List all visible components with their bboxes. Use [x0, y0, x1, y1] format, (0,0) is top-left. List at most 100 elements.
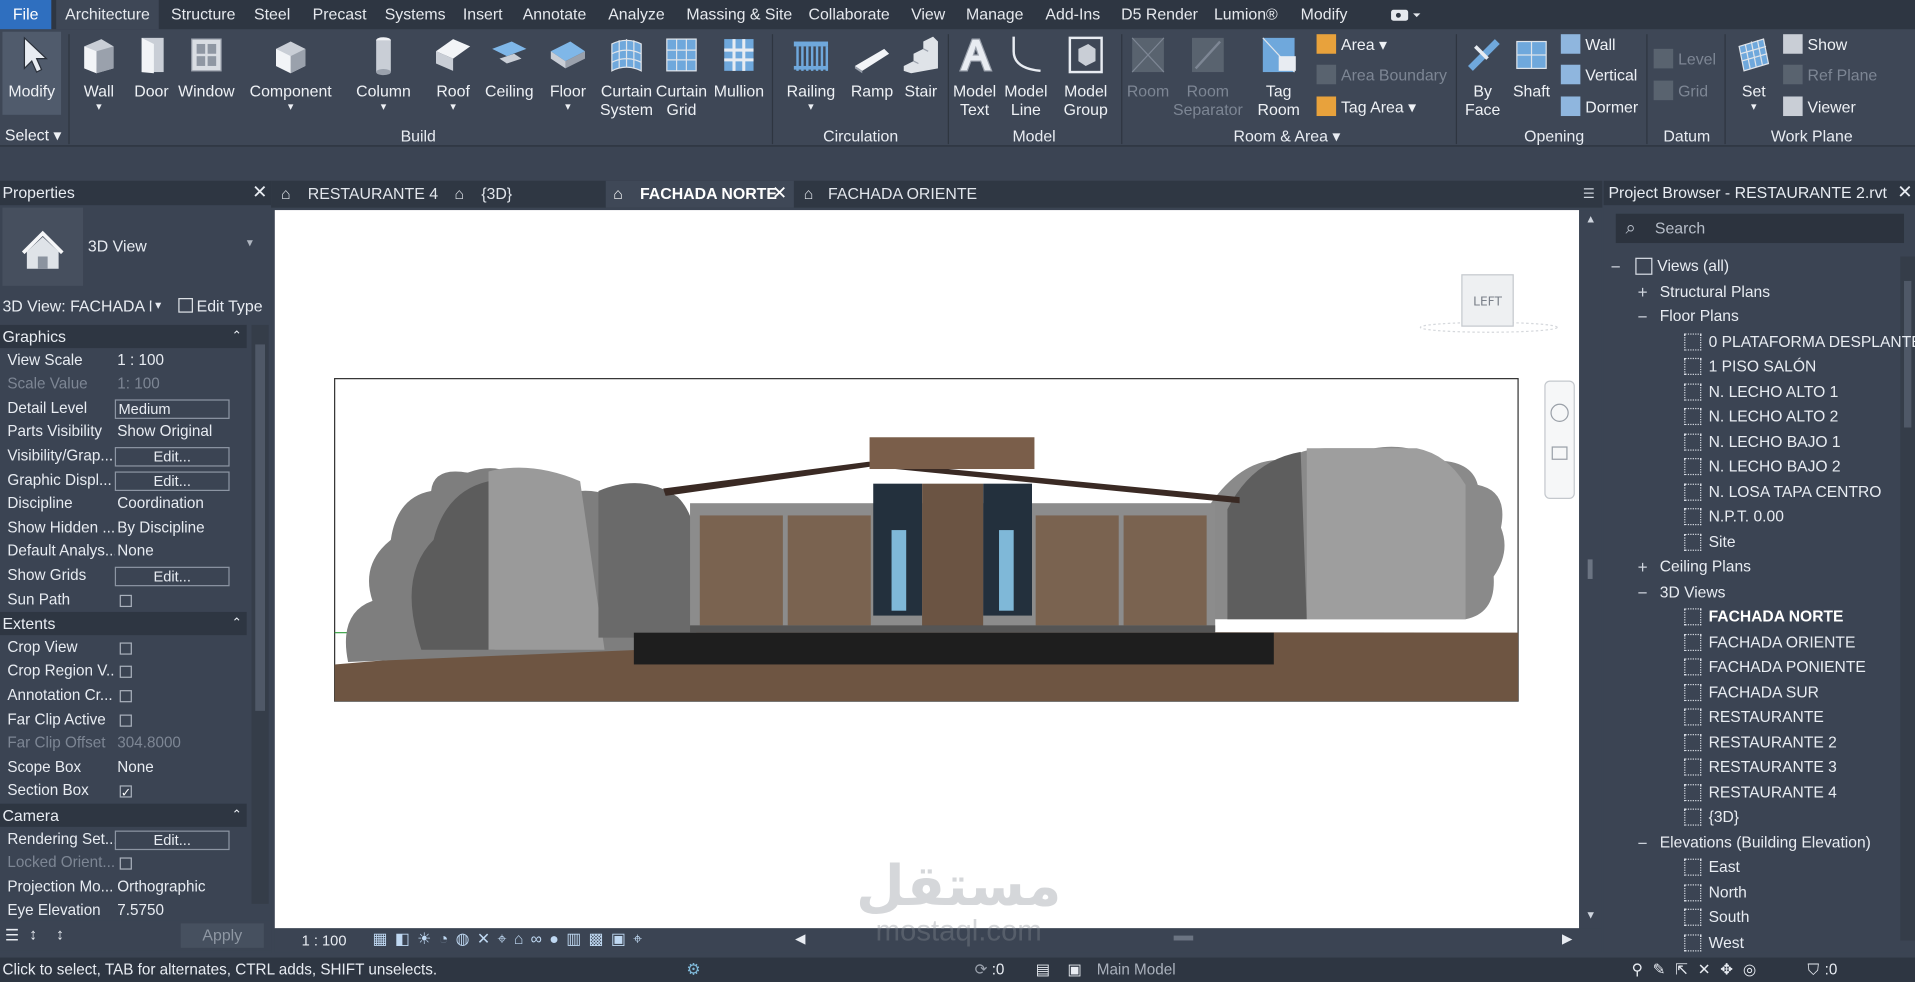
group-label-room-area[interactable]: Room & Area ▾: [1234, 127, 1341, 147]
selection-filter-icons[interactable]: ⚲✎⇱✕✥◎: [1632, 958, 1766, 982]
design-option-set-icon[interactable]: ▣: [1067, 958, 1081, 982]
select-dropdown[interactable]: Select ▾: [5, 123, 62, 147]
sort-ascending-icon[interactable]: ↕: [29, 925, 37, 943]
curtain-grid-button[interactable]: Curtain Grid: [655, 32, 709, 122]
section-extents[interactable]: Extents ⌃: [0, 612, 247, 636]
room-separator-button[interactable]: Room Separator: [1172, 32, 1243, 122]
menu-tab-steel[interactable]: Steel: [254, 0, 290, 29]
property-value[interactable]: Show Original: [117, 421, 229, 445]
roof-button[interactable]: Roof ▾: [425, 32, 481, 117]
checkbox[interactable]: [119, 642, 132, 655]
close-icon[interactable]: ✕: [252, 181, 267, 205]
menu-tab-modify[interactable]: Modify: [1301, 0, 1348, 29]
close-icon[interactable]: ✕: [772, 181, 787, 208]
scroll-right-icon[interactable]: ▶: [1562, 931, 1572, 947]
menu-tab-systems[interactable]: Systems: [385, 0, 446, 29]
tab-restaurante-4[interactable]: ⌂ RESTAURANTE 4: [276, 181, 442, 208]
tree-item-elevation[interactable]: South: [1709, 905, 1750, 929]
mullion-button[interactable]: Mullion: [708, 32, 769, 117]
property-value[interactable]: Orthographic: [117, 875, 229, 899]
viewer-button[interactable]: Viewer: [1783, 95, 1856, 119]
properties-scrollbar[interactable]: [251, 324, 269, 904]
property-value[interactable]: 1 : 100: [117, 349, 229, 373]
checkbox[interactable]: [119, 666, 132, 679]
design-options-icon[interactable]: ▤: [1036, 958, 1050, 982]
room-button[interactable]: Room: [1124, 32, 1173, 117]
view-scale[interactable]: 1 : 100: [302, 932, 347, 949]
area-boundary-button[interactable]: Area Boundary: [1316, 64, 1447, 88]
browser-search-input[interactable]: ⌕ Search: [1615, 213, 1905, 244]
chevron-down-icon[interactable]: ▾: [155, 293, 161, 320]
component-button[interactable]: Component ▾: [244, 32, 337, 117]
grid-button[interactable]: Grid: [1653, 79, 1708, 103]
categorize-icon[interactable]: ☰: [5, 926, 19, 946]
tag-area-button[interactable]: Tag Area ▾: [1316, 95, 1416, 119]
camera-toggle-icon[interactable]: [1387, 0, 1424, 29]
browser-scrollbar[interactable]: [1900, 256, 1915, 941]
checkbox[interactable]: [119, 857, 132, 870]
checkbox[interactable]: [119, 690, 132, 703]
tag-room-button[interactable]: Tag Room: [1251, 32, 1307, 122]
menu-tab-annotate[interactable]: Annotate: [523, 0, 587, 29]
floor-button[interactable]: Floor ▾: [540, 32, 596, 117]
collapse-icon[interactable]: −: [1635, 580, 1650, 604]
modify-button[interactable]: Modify: [2, 31, 62, 115]
tree-item-floor-plan[interactable]: Site: [1709, 529, 1736, 553]
tree-item-elevation[interactable]: West: [1709, 930, 1744, 954]
property-value[interactable]: Coordination: [117, 492, 229, 516]
column-button[interactable]: Column ▾: [349, 32, 417, 117]
viewcube[interactable]: LEFT: [1419, 274, 1558, 333]
railing-button[interactable]: Railing ▾: [779, 32, 843, 117]
tree-floor-plans[interactable]: Floor Plans: [1660, 304, 1739, 328]
checkbox[interactable]: [119, 714, 132, 727]
vertical-button[interactable]: Vertical: [1560, 64, 1637, 88]
view-control-icons[interactable]: ▦◧☀◔◍✕⌖⌂∞●▥▩▣⌖: [372, 929, 649, 949]
tree-ceiling-plans[interactable]: Ceiling Plans: [1660, 555, 1751, 579]
tree-item-3d-view[interactable]: RESTAURANTE 3: [1709, 755, 1837, 779]
navigation-bar[interactable]: [1544, 380, 1575, 499]
tree-elevations[interactable]: Elevations (Building Elevation): [1660, 830, 1871, 854]
tree-views-all[interactable]: Views (all): [1657, 254, 1729, 278]
apply-button[interactable]: Apply: [180, 923, 264, 948]
instance-filter[interactable]: 3D View: FACHADA NC: [2, 293, 151, 320]
horizontal-scroll-thumb[interactable]: [1173, 935, 1194, 941]
tree-item-floor-plan[interactable]: N. LECHO ALTO 2: [1709, 404, 1839, 428]
ramp-button[interactable]: Ramp: [845, 32, 899, 117]
property-value[interactable]: 7.5750: [117, 899, 229, 923]
menu-tab-file[interactable]: File: [0, 0, 52, 30]
worksharing-icon[interactable]: ⚙: [686, 958, 700, 982]
window-button[interactable]: Window: [176, 32, 237, 117]
stair-button[interactable]: Stair: [896, 32, 945, 117]
menu-tab-lumion[interactable]: Lumion®: [1214, 0, 1278, 29]
tree-item-elevation[interactable]: East: [1709, 855, 1740, 879]
menu-tab-analyze[interactable]: Analyze: [608, 0, 664, 29]
tree-item-3d-view[interactable]: FACHADA PONIENTE: [1709, 655, 1866, 679]
tree-item-3d-view[interactable]: RESTAURANTE: [1709, 705, 1824, 729]
edit-button[interactable]: Edit...: [114, 830, 230, 850]
dormer-button[interactable]: Dormer: [1560, 95, 1638, 119]
set-button[interactable]: Set ▾: [1729, 32, 1778, 117]
expand-icon[interactable]: +: [1635, 555, 1650, 579]
checkbox[interactable]: [119, 782, 132, 806]
tree-item-elevation[interactable]: North: [1709, 880, 1747, 904]
tab-menu-icon[interactable]: ☰: [1583, 186, 1595, 202]
collapse-icon[interactable]: −: [1608, 254, 1623, 278]
menu-tab-add-ins[interactable]: Add-Ins: [1045, 0, 1100, 29]
menu-tab-massing-site[interactable]: Massing & Site: [686, 0, 792, 29]
show-button[interactable]: Show: [1783, 33, 1847, 57]
detail-level-field[interactable]: Medium: [114, 399, 230, 419]
tree-item-3d-view[interactable]: FACHADA NORTE: [1709, 605, 1844, 629]
tree-item-floor-plan[interactable]: N. LOSA TAPA CENTRO: [1709, 479, 1882, 503]
by-face-button[interactable]: By Face: [1458, 32, 1507, 122]
edit-button[interactable]: Edit...: [114, 447, 230, 467]
menu-tab-view[interactable]: View: [911, 0, 945, 29]
property-value[interactable]: None: [117, 756, 229, 780]
wall-button[interactable]: Wall ▾: [71, 32, 127, 117]
tree-item-floor-plan[interactable]: N. LECHO ALTO 1: [1709, 379, 1839, 403]
model-group-button[interactable]: Model Group: [1055, 32, 1116, 122]
tab-3d[interactable]: ⌂ {3D}: [449, 181, 596, 208]
main-model-label[interactable]: Main Model: [1097, 958, 1176, 982]
editable-count-icon[interactable]: ⟳: [975, 958, 988, 982]
tree-item-floor-plan[interactable]: 1 PISO SALÓN: [1709, 354, 1817, 378]
door-button[interactable]: Door: [127, 32, 176, 117]
